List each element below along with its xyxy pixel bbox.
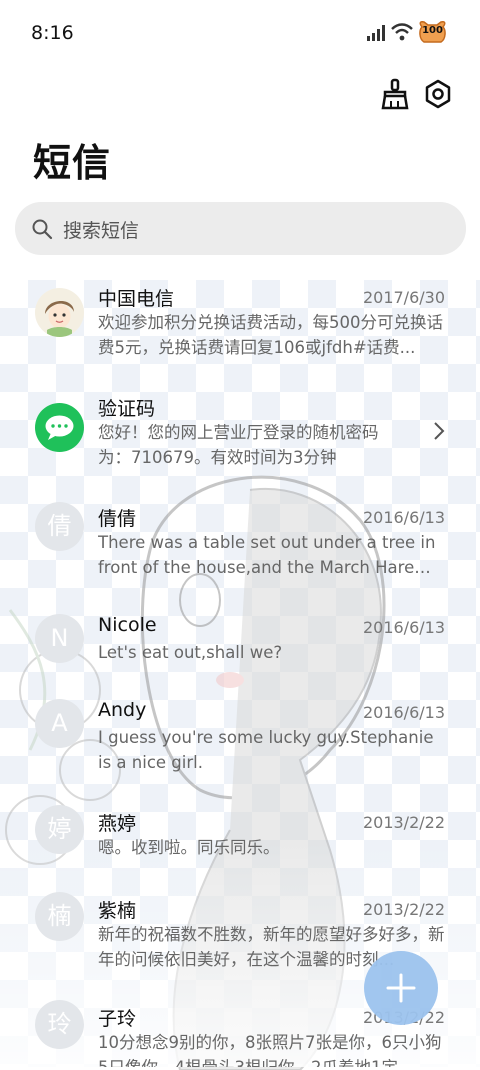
signal-icon [367, 25, 385, 41]
contact-avatar: 婷 [35, 805, 84, 854]
contact-avatar: N [35, 614, 84, 663]
conversation-item[interactable]: 倩 倩倩 2016/6/13 There was a table set out… [0, 500, 480, 610]
contact-avatar: 楠 [35, 892, 84, 941]
search-icon [32, 219, 53, 240]
message-bubble-icon [45, 415, 74, 440]
message-preview: 10分想念9别的你，8张照片7张是你，6只小狗5只像你，4根骨头3根归你，2爪着… [98, 1033, 442, 1067]
chevron-right-icon[interactable] [432, 420, 446, 442]
plus-icon [386, 973, 416, 1003]
page-title: 短信 [33, 141, 112, 185]
contact-name: 子玲 [98, 1008, 137, 1030]
message-date: 2017/6/30 [362, 288, 445, 307]
message-preview: 欢迎参加积分兑换话费活动，每500分可兑换话费5元，兑换话费请回复106或jfd… [98, 313, 443, 357]
contact-name: 燕婷 [98, 813, 137, 835]
message-date: 2016/6/13 [362, 618, 445, 637]
conversation-item[interactable]: A Andy 2016/6/13 I guess you're some luc… [0, 695, 480, 800]
message-preview: I guess you're some lucky guy.Stephanie … [98, 728, 434, 772]
message-preview: Let's eat out,shall we? [98, 643, 283, 662]
brush-icon[interactable] [381, 78, 409, 110]
contact-name: 倩倩 [98, 508, 137, 530]
contact-avatar: 倩 [35, 502, 84, 551]
cartoon-girl-avatar-icon [35, 288, 84, 337]
contact-name: Andy [98, 699, 147, 721]
contact-name: 验证码 [98, 398, 156, 420]
message-preview: 嗯。收到啦。同乐同乐。 [98, 838, 280, 857]
message-date: 2016/6/13 [362, 703, 445, 722]
compose-button[interactable] [364, 951, 438, 1025]
message-preview: There was a table set out under a tree i… [98, 533, 436, 577]
gear-icon[interactable] [424, 78, 452, 110]
conversation-item[interactable]: N Nicole 2016/6/13 Let's eat out,shall w… [0, 610, 480, 700]
contact-avatar: 玲 [35, 1000, 84, 1049]
search-input[interactable]: 搜索短信 [63, 216, 139, 243]
message-date: 2013/2/22 [362, 813, 445, 832]
status-time: 8:16 [31, 22, 74, 44]
message-preview: 您好！您的网上营业厅登录的随机密码为：710679。有效时间为3分钟 [98, 423, 379, 467]
message-date: 2016/6/13 [362, 508, 445, 527]
contact-name: Nicole [98, 614, 157, 636]
message-date: 2013/2/22 [362, 900, 445, 919]
battery-indicator: 100 [418, 21, 447, 45]
contact-name: 中国电信 [98, 288, 175, 310]
contact-avatar [35, 403, 84, 452]
conversation-item[interactable]: 验证码 您好！您的网上营业厅登录的随机密码为：710679。有效时间为3分钟 [0, 390, 480, 500]
conversation-item[interactable]: 婷 燕婷 2013/2/22 嗯。收到啦。同乐同乐。 [0, 805, 480, 895]
contact-avatar [35, 288, 84, 337]
wifi-icon [391, 23, 413, 41]
contact-name: 紫楠 [98, 900, 137, 922]
contact-avatar: A [35, 699, 84, 748]
search-bar[interactable]: 搜索短信 [15, 202, 466, 255]
conversation-item[interactable]: 中国电信 2017/6/30 欢迎参加积分兑换话费活动，每500分可兑换话费5元… [0, 280, 480, 390]
battery-level: 100 [422, 25, 443, 36]
status-bar: 8:16 100 [0, 0, 480, 68]
